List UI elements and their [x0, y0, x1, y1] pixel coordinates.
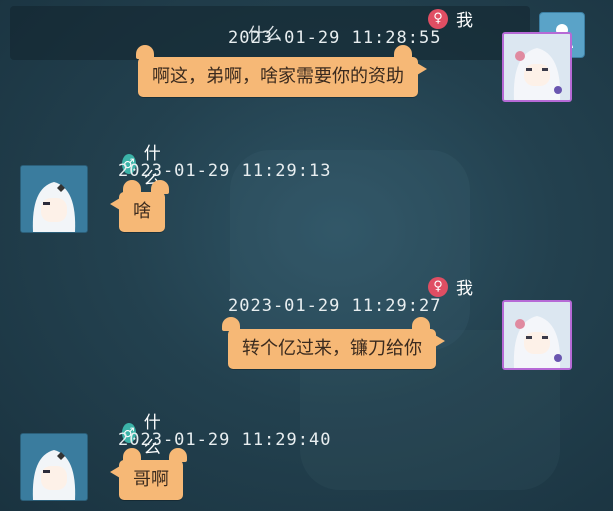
message-bubble[interactable]: 哥啊 — [110, 448, 187, 500]
message-timestamp: 2023-01-29 11:29:27 — [228, 296, 442, 316]
message-timestamp: 2023-01-29 11:29:40 — [118, 430, 332, 450]
sender-name: 我 — [456, 11, 473, 31]
message-text: 转个亿过来，镰刀给你 — [242, 338, 422, 359]
message-timestamp: 2023-01-29 11:29:13 — [118, 161, 332, 181]
avatar[interactable] — [502, 300, 572, 370]
female-icon: ♀ — [428, 8, 448, 29]
message-text: 哥啊 — [133, 469, 169, 490]
message-timestamp: 2023-01-29 11:28:55 — [228, 28, 442, 48]
message-text: 啊这，弟啊，啥家需要你的资助 — [152, 66, 404, 87]
avatar[interactable] — [20, 165, 88, 233]
sender-name: 我 — [456, 279, 473, 299]
female-icon: ♀ — [428, 276, 448, 297]
avatar[interactable] — [502, 32, 572, 102]
avatar[interactable] — [20, 433, 88, 501]
message-bubble[interactable]: 啥 — [110, 180, 169, 232]
message-bubble[interactable]: 啊这，弟啊，啥家需要你的资助 — [136, 45, 427, 97]
message-text: 啥 — [133, 201, 151, 222]
message-bubble[interactable]: 转个亿过来，镰刀给你 — [222, 317, 445, 369]
